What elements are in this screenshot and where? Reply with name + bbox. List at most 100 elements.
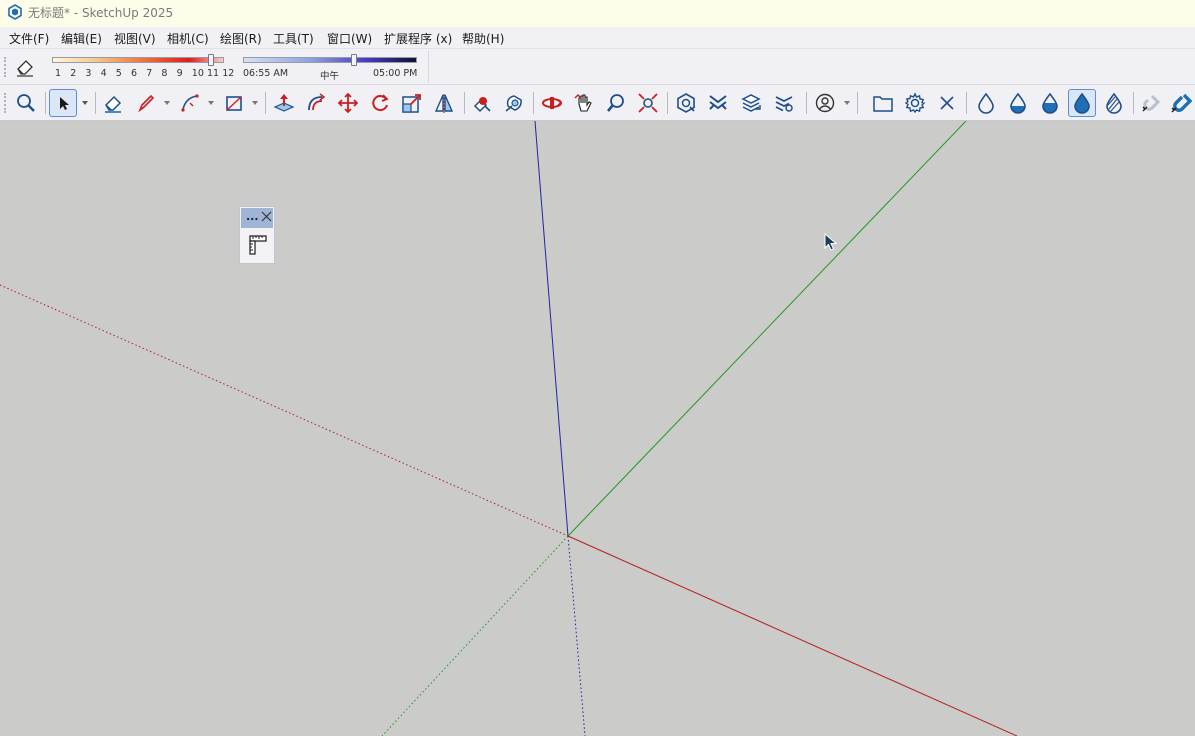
month-label: 9	[176, 68, 183, 79]
transparency-4-button[interactable]	[1100, 89, 1128, 117]
toolbar-separator	[966, 92, 967, 114]
blue-axis-negative	[567, 535, 586, 736]
time-slider-track[interactable]	[243, 57, 417, 63]
rotate-button[interactable]	[366, 89, 394, 117]
section-icon	[434, 94, 454, 113]
magnet-off-button[interactable]	[1137, 89, 1165, 117]
menu-file[interactable]: 文件(F)	[9, 30, 49, 47]
open-folder-button[interactable]	[869, 89, 897, 117]
extension-icon	[709, 95, 727, 110]
pan-button[interactable]	[570, 89, 598, 117]
eraser-icon	[105, 95, 122, 113]
toolbar-separator	[533, 92, 534, 114]
transparency-2-button[interactable]	[1036, 89, 1064, 117]
transparency-1-button[interactable]	[1004, 89, 1032, 117]
time-slider-thumb[interactable]	[351, 54, 358, 66]
offset-icon	[308, 93, 326, 111]
month-label: 8	[161, 68, 168, 79]
move-icon	[337, 92, 359, 114]
line-button[interactable]	[132, 89, 160, 117]
push-pull-button[interactable]	[270, 89, 298, 117]
zoom-icon	[607, 94, 624, 112]
menu-window[interactable]: 窗口(W)	[327, 30, 372, 47]
menu-edit[interactable]: 编辑(E)	[61, 30, 102, 47]
menu-camera[interactable]: 相机(C)	[167, 30, 209, 47]
toolbar-separator	[45, 92, 46, 114]
orbit-button[interactable]	[538, 89, 566, 117]
offset-button[interactable]	[302, 89, 330, 117]
settings-button[interactable]	[901, 89, 929, 117]
chevron-down-icon[interactable]	[163, 99, 171, 107]
rectangle-button[interactable]	[220, 89, 248, 117]
menu-bar: 文件(F) 编辑(E) 视图(V) 相机(C) 绘图(R) 工具(T) 窗口(W…	[0, 27, 1195, 49]
account-button[interactable]	[811, 89, 839, 117]
menu-tools[interactable]: 工具(T)	[273, 30, 314, 47]
toolbar-grip[interactable]	[4, 57, 6, 77]
drop-empty-icon	[978, 92, 994, 114]
dimension-icon[interactable]	[247, 234, 269, 256]
select-icon	[60, 97, 69, 110]
toolbar-separator	[464, 92, 465, 114]
arc-button[interactable]	[176, 89, 204, 117]
drop-full-icon	[1074, 92, 1090, 114]
panel-header[interactable]: ...	[241, 208, 273, 228]
model-viewport[interactable]	[0, 121, 1195, 736]
toolbar-separator	[1133, 92, 1134, 114]
arc-icon	[181, 94, 199, 112]
blue-axis-positive	[534, 121, 569, 537]
layers-settings-button[interactable]	[770, 89, 798, 117]
move-button[interactable]	[334, 89, 362, 117]
warehouse-button[interactable]	[672, 89, 700, 117]
folder-icon	[873, 96, 893, 112]
month-label: 3	[85, 68, 92, 79]
menu-view[interactable]: 视图(V)	[114, 30, 156, 47]
rectangle-icon	[226, 96, 242, 111]
paint-button[interactable]	[468, 89, 496, 117]
shadow-toggle-icon[interactable]	[14, 56, 36, 78]
month-label: 10	[191, 68, 204, 79]
red-axis-negative	[0, 284, 569, 537]
zoom-extents-icon	[638, 93, 658, 113]
toolbar-separator	[806, 92, 807, 114]
chevron-down-icon[interactable]	[251, 99, 259, 107]
magnet-button[interactable]	[1167, 89, 1195, 117]
scale-button[interactable]	[398, 89, 426, 117]
flip-button[interactable]	[430, 89, 458, 117]
zoom-extents-button[interactable]	[634, 89, 662, 117]
zoom-window-icon	[17, 94, 35, 112]
layers-button[interactable]	[737, 89, 765, 117]
month-label: 1	[55, 68, 62, 79]
select-button[interactable]	[49, 89, 77, 117]
chevron-down-icon[interactable]	[843, 99, 851, 107]
extension-warehouse-button[interactable]	[704, 89, 732, 117]
transparency-3-button[interactable]	[1068, 89, 1096, 117]
time-start-label: 06:55 AM	[243, 68, 289, 79]
chevron-down-icon[interactable]	[207, 99, 215, 107]
paint-icon	[473, 97, 491, 113]
transparency-0-button[interactable]	[972, 89, 1000, 117]
chevron-down-icon[interactable]	[81, 99, 89, 107]
zoom-window-button[interactable]	[12, 89, 40, 117]
month-slider-track[interactable]	[52, 57, 224, 63]
month-label: 2	[70, 68, 77, 79]
red-axis-positive	[567, 535, 1018, 736]
drop-half-icon	[1010, 92, 1026, 114]
menu-help[interactable]: 帮助(H)	[462, 30, 504, 47]
axes-canvas	[0, 121, 1018, 736]
month-label: 4	[100, 68, 107, 79]
tape-button[interactable]	[500, 89, 528, 117]
menu-draw[interactable]: 绘图(R)	[220, 30, 262, 47]
green-axis-negative	[381, 535, 569, 736]
toolbar-separator	[857, 92, 858, 114]
zoom-button[interactable]	[602, 89, 630, 117]
month-label: 6	[131, 68, 138, 79]
toolbar-grip[interactable]	[4, 93, 6, 113]
drop-striped-icon	[1106, 92, 1122, 114]
month-slider-thumb[interactable]	[208, 54, 214, 66]
eraser-button[interactable]	[99, 89, 127, 117]
menu-extensions[interactable]: 扩展程序 (x)	[384, 30, 452, 47]
close-button[interactable]	[933, 89, 961, 117]
close-icon	[940, 96, 954, 110]
close-icon[interactable]	[261, 211, 272, 222]
month-label: 11	[207, 68, 220, 79]
